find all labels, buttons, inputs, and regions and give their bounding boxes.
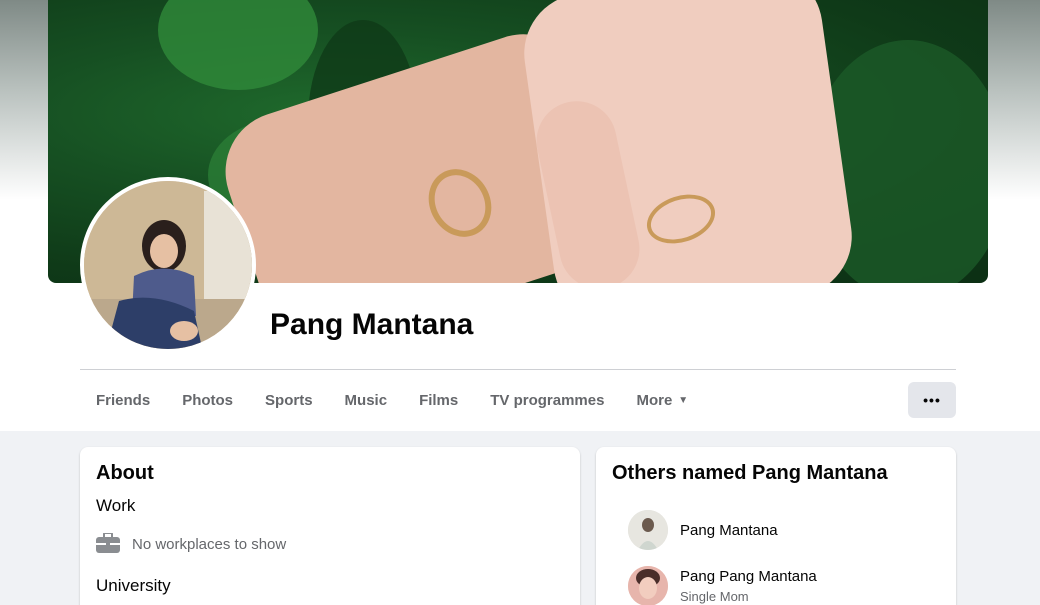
no-workplaces-text: No workplaces to show: [132, 536, 287, 553]
ellipsis-icon: •••: [923, 392, 941, 408]
tab-films[interactable]: Films: [403, 378, 474, 422]
others-title: Others named Pang Mantana: [612, 462, 888, 484]
person-name[interactable]: Pang Pang Mantana: [680, 568, 817, 585]
tab-more-label: More: [636, 391, 673, 409]
cover-leaf: [158, 0, 318, 90]
university-label: University: [96, 576, 171, 595]
caret-down-icon: ▼: [678, 394, 689, 406]
about-title: About: [96, 462, 154, 484]
profile-picture[interactable]: [80, 177, 256, 353]
tab-more[interactable]: More ▼: [620, 378, 704, 422]
others-named-card: Others named Pang Mantana Pang Mantana P…: [596, 447, 956, 605]
briefcase-icon: [96, 532, 120, 553]
work-label: Work: [96, 496, 136, 515]
avatar[interactable]: [628, 566, 668, 605]
profile-picture-image: [84, 181, 252, 349]
tab-tv-programmes[interactable]: TV programmes: [474, 378, 620, 422]
person-name[interactable]: Pang Mantana: [680, 522, 778, 539]
more-options-button[interactable]: •••: [908, 382, 956, 418]
profile-tabs: Friends Photos Sports Music Films TV pro…: [80, 378, 704, 422]
tab-music[interactable]: Music: [329, 378, 404, 422]
tab-sports[interactable]: Sports: [249, 378, 329, 422]
tab-photos[interactable]: Photos: [166, 378, 249, 422]
tab-friends[interactable]: Friends: [80, 378, 166, 422]
header-divider: [80, 369, 956, 370]
person-subtitle: Single Mom: [680, 589, 749, 604]
about-card: About Work No workplaces to show Univers…: [80, 447, 580, 605]
profile-name: Pang Mantana: [270, 308, 474, 341]
avatar[interactable]: [628, 510, 668, 550]
